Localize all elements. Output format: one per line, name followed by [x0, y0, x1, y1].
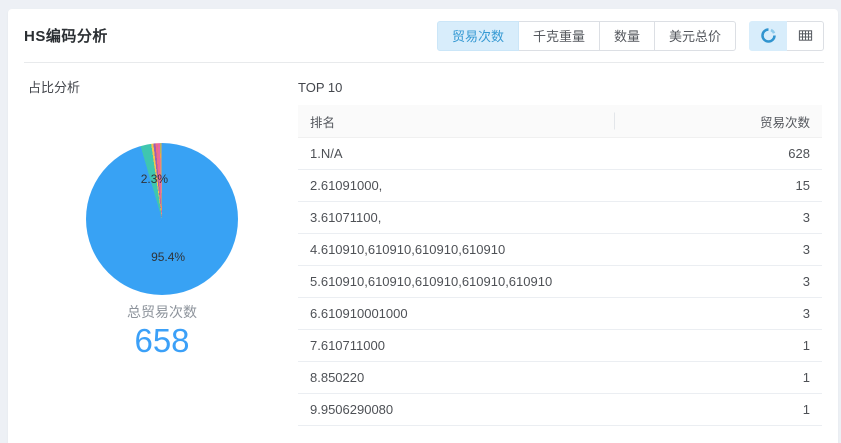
proportion-subtitle: 占比分析 — [28, 79, 296, 97]
trade-count-cell: 1 — [615, 338, 822, 353]
chart-view-button[interactable] — [749, 21, 787, 51]
table-row: 4.610910,610910,610910,6109103 — [298, 234, 822, 266]
tab-kg-weight[interactable]: 千克重量 — [518, 21, 600, 51]
rank-cell: 6.610910001000 — [298, 306, 615, 321]
trade-count-cell: 15 — [615, 178, 822, 193]
page-title: HS编码分析 — [24, 25, 108, 46]
card-header: HS编码分析 贸易次数 千克重量 数量 美元总价 — [24, 9, 824, 63]
pie-chart[interactable] — [86, 143, 238, 295]
table-row: 9.95062900801 — [298, 394, 822, 426]
rank-cell: 2.61091000, — [298, 178, 615, 193]
top10-panel: TOP 10 排名 贸易次数 1.N/A6282.61091000,153.61… — [298, 79, 822, 426]
trade-count-cell: 1 — [615, 370, 822, 385]
top10-subtitle: TOP 10 — [298, 79, 822, 97]
pie-chart-icon — [761, 28, 776, 43]
table-row: 6.6109100010003 — [298, 298, 822, 330]
rank-cell: 1.N/A — [298, 146, 615, 161]
pie-percent-label-main: 95.4% — [151, 250, 185, 264]
pie-chart-wrap: 95.4% 2.3% — [86, 143, 238, 295]
trade-count-cell: 3 — [615, 274, 822, 289]
view-toggle-group — [749, 21, 824, 51]
table-row: 5.610910,610910,610910,610910,6109103 — [298, 266, 822, 298]
trade-count-cell: 3 — [615, 242, 822, 257]
table-view-button[interactable] — [786, 21, 824, 51]
pie-percent-label-secondary: 2.3% — [141, 172, 168, 186]
table-icon — [798, 28, 813, 43]
trade-count-cell: 628 — [615, 146, 822, 161]
tab-trade-count[interactable]: 贸易次数 — [437, 21, 519, 51]
top10-table: 排名 贸易次数 1.N/A6282.61091000,153.61071100,… — [298, 105, 822, 426]
column-header-trade-count: 贸易次数 — [615, 112, 822, 131]
table-header-row: 排名 贸易次数 — [298, 105, 822, 138]
card-content: 占比分析 95.4% 2.3% 总贸易次数 658 TOP 10 排名 贸易次数… — [8, 63, 838, 426]
table-row: 2.61091000,15 — [298, 170, 822, 202]
tab-usd-total[interactable]: 美元总价 — [654, 21, 736, 51]
rank-cell: 5.610910,610910,610910,610910,610910 — [298, 274, 615, 289]
total-trade-count-value: 658 — [28, 323, 296, 359]
trade-count-cell: 3 — [615, 306, 822, 321]
column-header-rank: 排名 — [298, 112, 615, 131]
trade-count-cell: 3 — [615, 210, 822, 225]
rank-cell: 8.850220 — [298, 370, 615, 385]
tab-quantity[interactable]: 数量 — [599, 21, 655, 51]
rank-cell: 4.610910,610910,610910,610910 — [298, 242, 615, 257]
table-row: 1.N/A628 — [298, 138, 822, 170]
rank-cell: 3.61071100, — [298, 210, 615, 225]
trade-count-cell: 1 — [615, 402, 822, 417]
total-trade-count-label: 总贸易次数 — [28, 302, 296, 322]
rank-cell: 9.9506290080 — [298, 402, 615, 417]
top10-table-body: 1.N/A6282.61091000,153.61071100,34.61091… — [298, 138, 822, 426]
hs-code-analysis-card: HS编码分析 贸易次数 千克重量 数量 美元总价 — [8, 9, 838, 443]
proportion-panel: 占比分析 95.4% 2.3% 总贸易次数 658 — [28, 79, 296, 426]
metric-tab-group: 贸易次数 千克重量 数量 美元总价 — [437, 21, 736, 51]
table-row: 8.8502201 — [298, 362, 822, 394]
table-row: 3.61071100,3 — [298, 202, 822, 234]
table-row: 7.6107110001 — [298, 330, 822, 362]
rank-cell: 7.610711000 — [298, 338, 615, 353]
